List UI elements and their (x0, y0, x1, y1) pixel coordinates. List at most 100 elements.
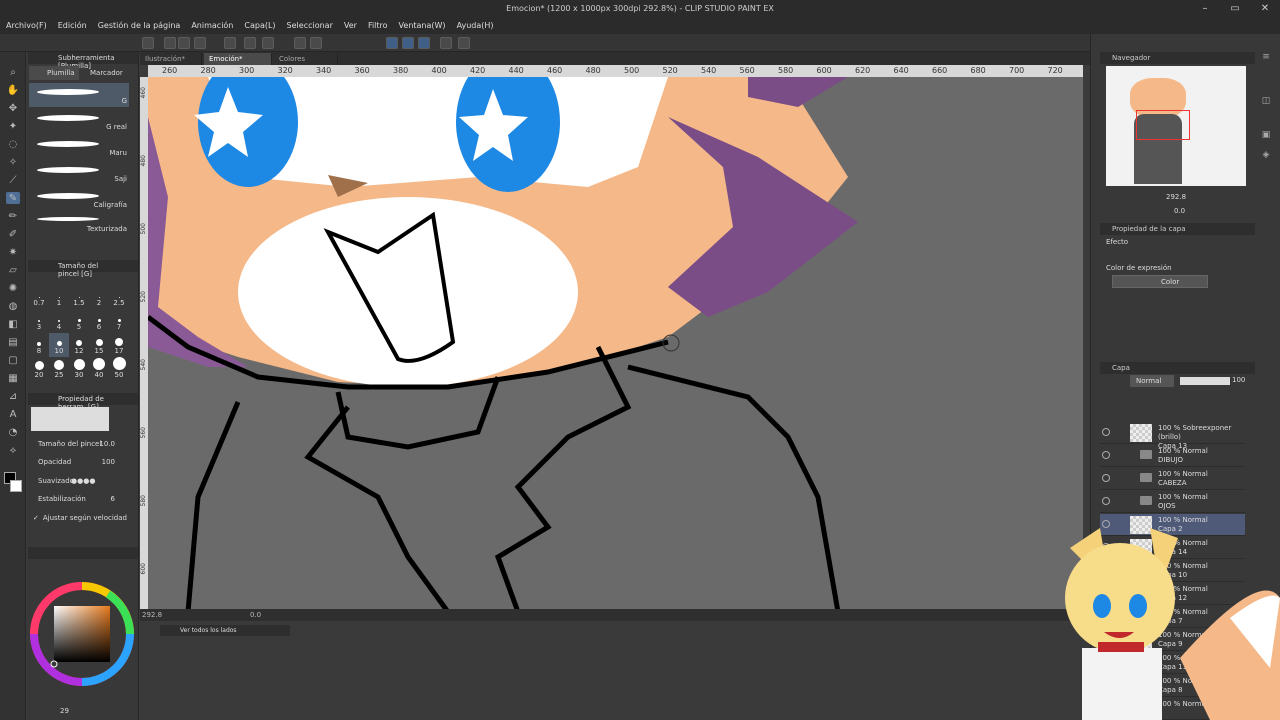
brush-size-cell[interactable]: 0.7 (29, 285, 49, 309)
panel-menu-icon[interactable]: ≡ (1258, 52, 1274, 66)
undo-icon[interactable] (224, 37, 236, 49)
menu-ver[interactable]: Ver (344, 21, 357, 30)
navigator-preview[interactable] (1106, 66, 1246, 186)
close-button[interactable]: ✕ (1250, 1, 1280, 16)
brush-maru[interactable]: Maru (29, 135, 129, 159)
transform-icon[interactable] (310, 37, 322, 49)
sub-color-swatch[interactable] (10, 480, 22, 492)
brush-g[interactable]: G (29, 83, 129, 107)
brush-size-cell[interactable]: 5 (69, 309, 89, 333)
brush-size-row[interactable]: Tamaño del pincel 10.0 (31, 437, 127, 451)
home-icon[interactable] (142, 37, 154, 49)
blend-mode-select[interactable]: Normal (1130, 375, 1174, 387)
brush-size-cell[interactable]: 1.5 (69, 285, 89, 309)
brush-size-cell[interactable]: 1 (49, 285, 69, 309)
timeline-tab[interactable]: Ver todos los lados (160, 625, 290, 636)
clear-icon[interactable] (262, 37, 274, 49)
brush-size-cell[interactable]: 2 (89, 285, 109, 309)
brush-caligrafia[interactable]: Caligrafía (29, 187, 129, 211)
brush-size-cell[interactable]: 17 (109, 333, 129, 357)
menu-seleccionar[interactable]: Seleccionar (287, 21, 333, 30)
visibility-icon[interactable] (1102, 474, 1110, 482)
tab-emocion[interactable]: Emoción* (204, 53, 272, 65)
eyedropper-icon[interactable]: ⟋ (6, 174, 20, 186)
fill-icon[interactable] (294, 37, 306, 49)
menu-filtro[interactable]: Filtro (368, 21, 388, 30)
snap-ruler-icon[interactable] (402, 37, 414, 49)
expression-select[interactable]: Color (1112, 275, 1208, 288)
menu-archivo[interactable]: Archivo(F) (6, 21, 47, 30)
pen-icon[interactable]: ✎ (6, 192, 20, 204)
tab-marcador[interactable]: Marcador (80, 66, 134, 80)
blend-icon[interactable]: ◍ (6, 300, 20, 312)
brush-size-cell[interactable]: 10 (49, 333, 69, 357)
correct-line-icon[interactable]: ⟡ (6, 444, 20, 456)
smoothing-row[interactable]: Suavizado ●●●● (31, 474, 127, 488)
tab-ilustracion[interactable]: Ilustración* (140, 53, 202, 65)
airbrush-icon[interactable]: ✷ (6, 246, 20, 258)
brush-size-cell[interactable]: 15 (89, 333, 109, 357)
brush-size-cell[interactable]: 40 (89, 357, 109, 381)
menu-capa[interactable]: Capa(L) (244, 21, 275, 30)
opacity-row[interactable]: Opacidad 100 (31, 455, 127, 469)
layer-row[interactable]: 100 % Normal DIBUJO (1100, 445, 1245, 467)
shape-icon[interactable]: ▢ (6, 354, 20, 366)
sub-view-icon[interactable]: ▣ (1258, 130, 1274, 144)
brush-g-real[interactable]: G real (29, 109, 129, 133)
brush-size-cell[interactable]: 7 (109, 309, 129, 333)
menu-animacion[interactable]: Animación (191, 21, 233, 30)
brush-size-cell[interactable]: 8 (29, 333, 49, 357)
material-icon[interactable]: ◈ (1258, 150, 1274, 164)
layer-row[interactable]: 100 % Normal CABEZA (1100, 468, 1245, 490)
stabilization-row[interactable]: Estabilización 6 (31, 492, 127, 506)
brush-size-cell[interactable]: 4 (49, 309, 69, 333)
balloon-icon[interactable]: ◔ (6, 426, 20, 438)
snap-grid-icon[interactable] (418, 37, 430, 49)
ruler-tool-icon[interactable]: ⊿ (6, 390, 20, 402)
layer-search-icon[interactable]: ◫ (1258, 96, 1274, 110)
minimize-button[interactable]: – (1190, 1, 1220, 16)
fill-tool-icon[interactable]: ◧ (6, 318, 20, 330)
visibility-icon[interactable] (1102, 497, 1110, 505)
lasso-icon[interactable]: ◌ (6, 138, 20, 150)
tab-plumilla[interactable]: Plumilla (29, 66, 79, 80)
layer-row[interactable]: 100 % Normal OJOS (1100, 491, 1245, 513)
brush-size-cell[interactable]: 30 (69, 357, 89, 381)
new-file-icon[interactable] (164, 37, 176, 49)
redo-icon[interactable] (244, 37, 256, 49)
open-icon[interactable] (178, 37, 190, 49)
maximize-button[interactable]: ▭ (1220, 1, 1250, 16)
tab-colores[interactable]: Colores (274, 53, 338, 65)
brush-saji[interactable]: Saji (29, 161, 129, 185)
menu-gestion-pagina[interactable]: Gestión de la página (98, 21, 181, 30)
brush-size-cell[interactable]: 3 (29, 309, 49, 333)
brush-size-cell[interactable]: 20 (29, 357, 49, 381)
brush-size-cell[interactable]: 50 (109, 357, 129, 381)
brush-texturizada[interactable]: Texturizada (29, 211, 129, 235)
visibility-icon[interactable] (1102, 520, 1110, 528)
wand-icon[interactable]: ✧ (6, 156, 20, 168)
speed-checkbox[interactable]: ✓ (33, 514, 39, 522)
pencil-icon[interactable]: ✏ (6, 210, 20, 222)
snap-icon[interactable] (386, 37, 398, 49)
layer-row[interactable]: 100 % Sobreexponer (brillo) Capa 13 (1100, 422, 1245, 450)
decoration-icon[interactable]: ✺ (6, 282, 20, 294)
color-wheel[interactable] (28, 572, 140, 692)
visibility-icon[interactable] (1102, 451, 1110, 459)
brush-size-cell[interactable]: 25 (49, 357, 69, 381)
hand-icon[interactable]: ✋ (6, 84, 20, 96)
save-icon[interactable] (194, 37, 206, 49)
brush-size-cell[interactable]: 2.5 (109, 285, 129, 309)
menu-ventana[interactable]: Ventana(W) (399, 21, 446, 30)
opacity-slider[interactable] (1180, 377, 1230, 385)
grid-icon[interactable] (440, 37, 452, 49)
brush-size-cell[interactable]: 6 (89, 309, 109, 333)
brush-icon[interactable]: ✐ (6, 228, 20, 240)
ruler-icon[interactable] (458, 37, 470, 49)
gradient-icon[interactable]: ▤ (6, 336, 20, 348)
brush-size-cell[interactable]: 12 (69, 333, 89, 357)
text-icon[interactable]: A (6, 408, 20, 420)
visibility-icon[interactable] (1102, 428, 1110, 436)
zoom-icon[interactable]: ⌕ (6, 66, 20, 78)
menu-ayuda[interactable]: Ayuda(H) (457, 21, 494, 30)
